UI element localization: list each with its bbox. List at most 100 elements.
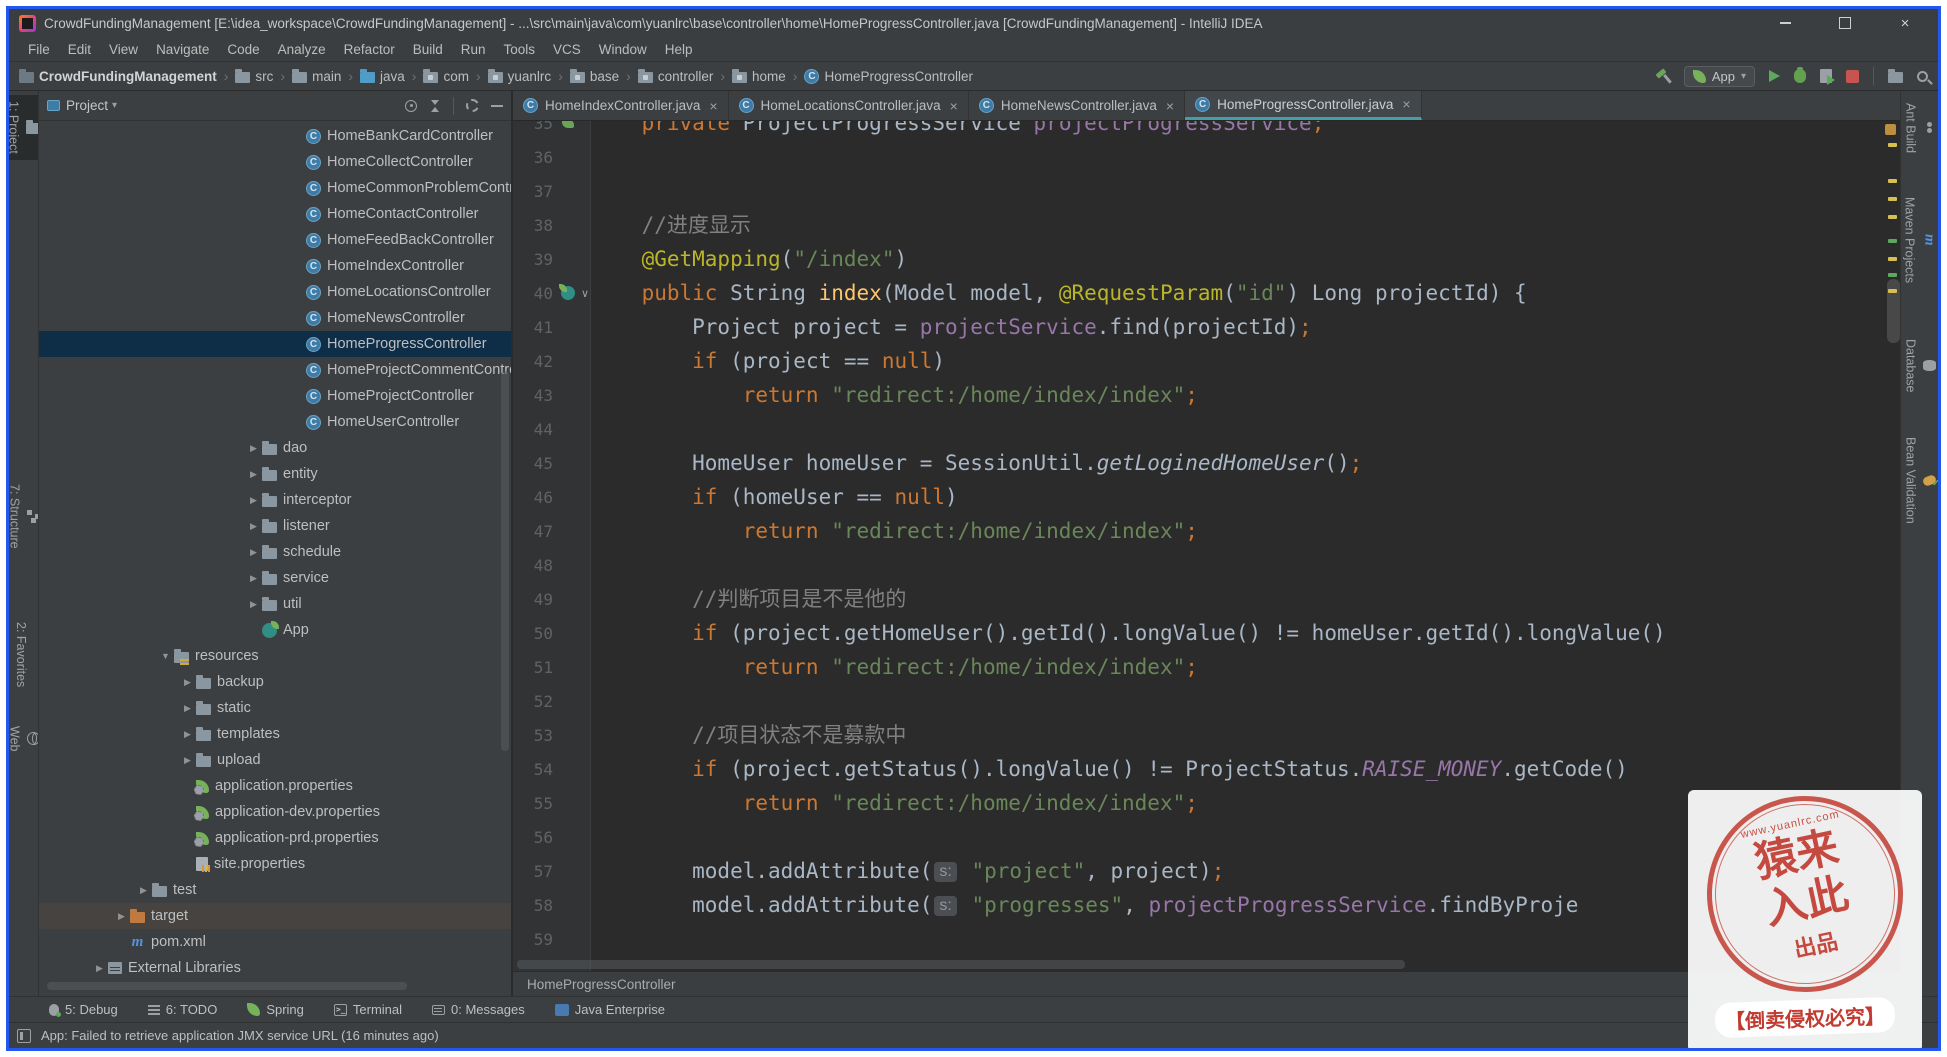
breadcrumb-item-controller[interactable]: controller — [637, 69, 713, 84]
tab-homeprogresscontroller.java[interactable]: C HomeProgressController.java × — [1185, 91, 1422, 120]
stripe-item-maven-projects[interactable]: m Maven Projects — [1901, 191, 1938, 289]
run-configuration-select[interactable]: App ▾ — [1683, 65, 1755, 87]
tree-item[interactable]: ▼ resources — [39, 643, 511, 669]
tab-homelocationscontroller.java[interactable]: C HomeLocationsController.java × — [729, 91, 969, 120]
code-line[interactable]: 49 //判断项目是不是他的 — [513, 582, 1900, 616]
run-with-coverage-icon[interactable] — [1820, 69, 1835, 85]
tree-item[interactable]: ▶ listener — [39, 513, 511, 539]
tree-item[interactable]: ▶ static — [39, 695, 511, 721]
menu-build[interactable]: Build — [404, 40, 452, 59]
code-editor[interactable]: 35 private ProjectProgressService projec… — [513, 121, 1900, 971]
chevron-right-icon[interactable]: ▶ — [245, 547, 262, 558]
stripe-item--favorites[interactable]: 2: Favorites — [12, 616, 35, 693]
chevron-right-icon[interactable]: ▶ — [179, 729, 196, 740]
tree-item[interactable]: C HomeBankCardController — [39, 123, 511, 149]
stripe-item--structure[interactable]: 7: Structure — [9, 478, 38, 555]
stripe-item-ant-build[interactable]: Ant Build — [1902, 97, 1938, 159]
tree-item[interactable]: C HomeCommonProblemController — [39, 175, 511, 201]
breadcrumb-item-com[interactable]: com — [423, 69, 469, 84]
code-line[interactable]: 36 — [513, 140, 1900, 174]
tree-item[interactable]: ▶ upload — [39, 747, 511, 773]
tree-item[interactable]: site.properties — [39, 851, 511, 877]
fold-marker-icon[interactable]: ∨ — [579, 287, 591, 300]
autowire-gutter[interactable] — [557, 121, 579, 128]
search-everywhere-icon[interactable] — [1917, 70, 1928, 82]
code-line[interactable]: 55 return "redirect:/home/index/index"; — [513, 786, 1900, 820]
tree-item[interactable]: application-prd.properties — [39, 825, 511, 851]
collapse-all-icon[interactable] — [429, 99, 441, 112]
open-folder-icon[interactable] — [1888, 69, 1903, 83]
code-line[interactable]: 42 if (project == null) — [513, 344, 1900, 378]
tree-item[interactable]: C HomeIndexController — [39, 253, 511, 279]
tree-item[interactable]: ▶ target — [39, 903, 511, 929]
code-line[interactable]: 43 return "redirect:/home/index/index"; — [513, 378, 1900, 412]
tree-item[interactable]: C HomeContactController — [39, 201, 511, 227]
tree-item[interactable]: C HomeCollectController — [39, 149, 511, 175]
menu-run[interactable]: Run — [452, 40, 495, 59]
breadcrumb-item-main[interactable]: main — [292, 69, 341, 84]
chevron-right-icon[interactable]: ▶ — [179, 677, 196, 688]
menu-file[interactable]: File — [19, 40, 59, 59]
tree-item[interactable]: ▶ External Libraries — [39, 955, 511, 981]
code-line[interactable]: 58 model.addAttribute(s: "progresses", p… — [513, 888, 1900, 922]
tree-item[interactable]: ▶ entity — [39, 461, 511, 487]
tree-item[interactable]: ▶ util — [39, 591, 511, 617]
minimize-button[interactable] — [1772, 14, 1798, 32]
tree-item[interactable]: ▶ backup — [39, 669, 511, 695]
tree-item[interactable]: C HomeProjectCommentController — [39, 357, 511, 383]
project-panel-title[interactable]: Project — [66, 98, 108, 113]
chevron-down-icon[interactable]: ▾ — [112, 100, 117, 111]
tree-item[interactable]: ▶ interceptor — [39, 487, 511, 513]
breadcrumb-item-home[interactable]: home — [732, 69, 786, 84]
tree-horizontal-scrollbar[interactable] — [47, 982, 407, 990]
tree-item[interactable]: ▶ service — [39, 565, 511, 591]
chevron-right-icon[interactable]: ▶ — [245, 495, 262, 506]
code-line[interactable]: 37 — [513, 174, 1900, 208]
tab-homenewscontroller.java[interactable]: C HomeNewsController.java × — [969, 91, 1186, 120]
menu-vcs[interactable]: VCS — [544, 40, 590, 59]
chevron-right-icon[interactable]: ▶ — [135, 885, 152, 896]
code-line[interactable]: 45 HomeUser homeUser = SessionUtil.getLo… — [513, 446, 1900, 480]
breadcrumb-item-yuanlrc[interactable]: yuanlrc — [487, 69, 551, 84]
code-line[interactable]: 35 private ProjectProgressService projec… — [513, 121, 1900, 140]
tree-item[interactable]: C HomeFeedBackController — [39, 227, 511, 253]
code-line[interactable]: 52 — [513, 684, 1900, 718]
tree-item[interactable]: C HomeUserController — [39, 409, 511, 435]
gear-icon[interactable] — [466, 99, 479, 112]
run-button[interactable] — [1769, 70, 1780, 82]
code-line[interactable]: 47 return "redirect:/home/index/index"; — [513, 514, 1900, 548]
locate-file-icon[interactable] — [405, 99, 417, 112]
toolwindow-button--todo[interactable]: 6: TODO — [147, 1002, 217, 1017]
chevron-right-icon[interactable]: ▶ — [245, 443, 262, 454]
chevron-down-icon[interactable]: ▼ — [157, 651, 174, 661]
code-line[interactable]: 59 — [513, 922, 1900, 956]
hide-panel-icon[interactable] — [491, 104, 503, 107]
chevron-right-icon[interactable]: ▶ — [113, 911, 130, 922]
code-line[interactable]: 51 return "redirect:/home/index/index"; — [513, 650, 1900, 684]
tab-homeindexcontroller.java[interactable]: C HomeIndexController.java × — [513, 91, 729, 120]
stripe-item-web[interactable]: Web — [9, 720, 38, 757]
menu-navigate[interactable]: Navigate — [147, 40, 218, 59]
code-line[interactable]: 40 ∨ public String index(Model model, @Re… — [513, 276, 1900, 310]
stripe-item-bean-validation[interactable]: Bean Validation — [1902, 431, 1938, 530]
inspection-indicator[interactable] — [1885, 124, 1896, 135]
breadcrumb-item-base[interactable]: base — [569, 69, 619, 84]
tree-item[interactable]: application.properties — [39, 773, 511, 799]
tree-item[interactable]: ▶ schedule — [39, 539, 511, 565]
chevron-right-icon[interactable]: ▶ — [245, 521, 262, 532]
toolwindow-button-java-enterprise[interactable]: Java Enterprise — [554, 1002, 665, 1017]
stop-button[interactable] — [1846, 69, 1859, 83]
tree-item[interactable]: C HomeLocationsController — [39, 279, 511, 305]
code-line[interactable]: 50 if (project.getHomeUser().getId().lon… — [513, 616, 1900, 650]
stripe-item--project[interactable]: 1: Project — [9, 95, 38, 160]
toolwindow-button-terminal[interactable]: >_ Terminal — [333, 1002, 402, 1017]
tree-item[interactable]: C HomeProgressController — [39, 331, 511, 357]
editor-breadcrumb[interactable]: HomeProgressController — [513, 971, 1900, 996]
breadcrumb-item-src[interactable]: src — [235, 69, 273, 84]
menu-code[interactable]: Code — [218, 40, 268, 59]
menu-window[interactable]: Window — [590, 40, 656, 59]
breadcrumb-item-crowdfundingmanagement[interactable]: CrowdFundingManagement — [19, 69, 217, 84]
editor-horizontal-scrollbar[interactable] — [517, 960, 1405, 969]
tree-item[interactable]: C HomeProjectController — [39, 383, 511, 409]
close-tab-icon[interactable]: × — [1166, 98, 1174, 114]
